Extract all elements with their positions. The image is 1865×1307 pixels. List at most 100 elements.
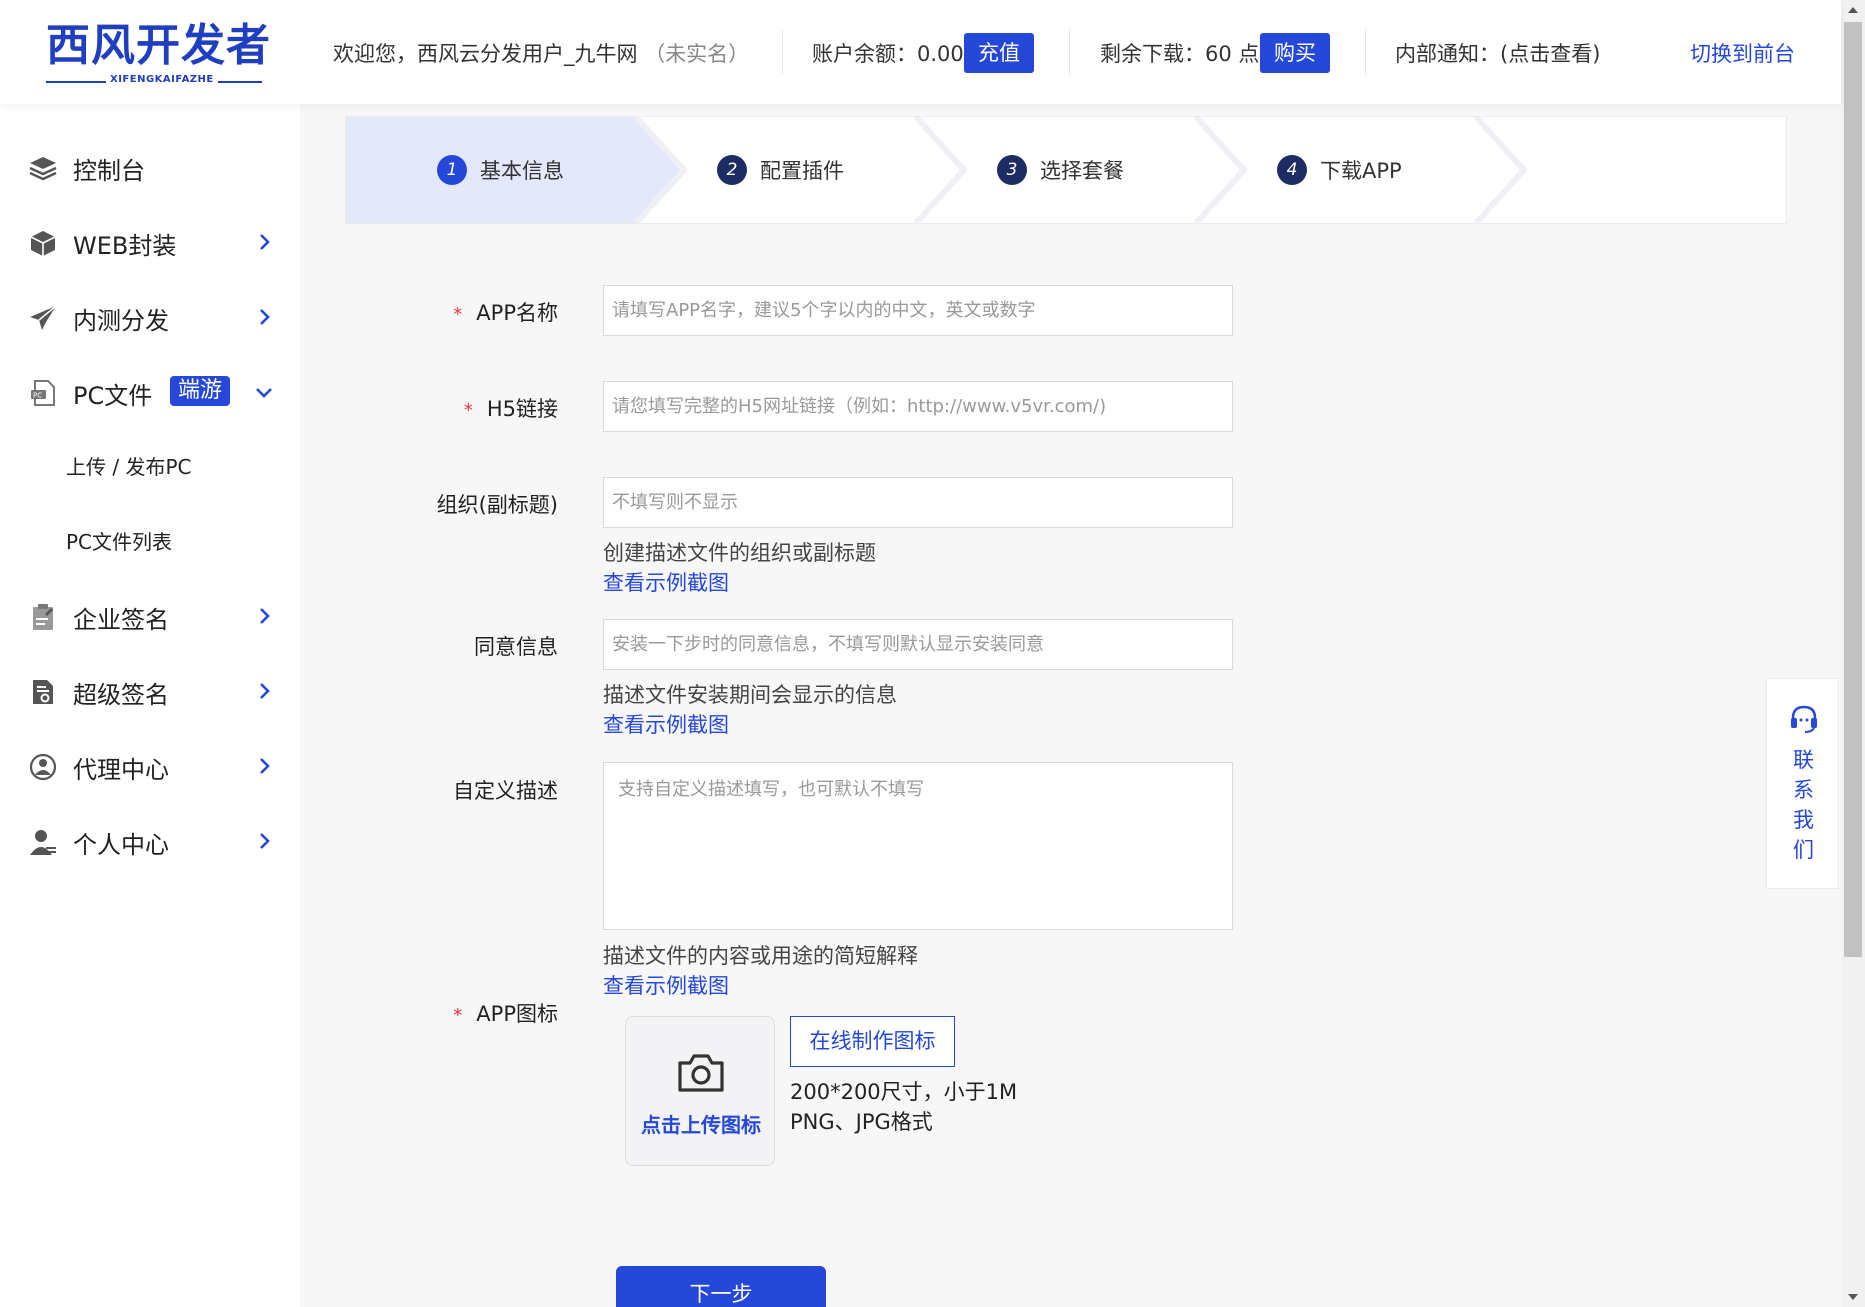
sidebar-item-enterprise-sign[interactable]: 企业签名 — [0, 588, 300, 644]
agent-icon — [29, 753, 57, 781]
sidebar-item-agent-center[interactable]: 代理中心 — [0, 738, 300, 794]
switch-frontend-link[interactable]: 切换到前台 — [1690, 38, 1795, 68]
icon-size-note: 200*200尺寸，小于1M — [790, 1080, 1018, 1104]
sidebar-item-web-wrap[interactable]: WEB封装 — [0, 214, 300, 270]
verification-status[interactable]: （未实名） — [644, 42, 749, 66]
header-divider — [782, 30, 783, 74]
description-example-link[interactable]: 查看示例截图 — [603, 970, 729, 1000]
client-game-badge: 端游 — [170, 376, 231, 406]
scroll-up-arrow-icon[interactable] — [1841, 0, 1865, 20]
step-choose-package: 3 选择套餐 — [997, 155, 1124, 187]
step-number: 2 — [717, 155, 747, 185]
h5-link-input[interactable] — [603, 381, 1233, 432]
sidebar-item-console[interactable]: 控制台 — [0, 139, 300, 195]
app-icon-label-text: APP图标 — [476, 1002, 558, 1026]
chevron-right-icon — [260, 608, 270, 624]
header-divider — [1365, 30, 1366, 74]
sidebar-item-super-sign[interactable]: 超级签名 — [0, 663, 300, 719]
required-mark: * — [453, 304, 463, 325]
step-label: 配置插件 — [760, 159, 844, 183]
consent-input[interactable] — [603, 619, 1233, 670]
camera-icon — [678, 1054, 724, 1092]
header-divider — [1069, 30, 1070, 74]
required-mark: * — [463, 400, 473, 421]
online-make-icon-button[interactable]: 在线制作图标 — [790, 1016, 955, 1067]
pc-file-icon: PC — [31, 380, 55, 406]
contact-us-text: 联系我们 — [1793, 748, 1814, 862]
step-progress-bar: 1 基本信息 2 配置插件 3 选择套餐 4 下载APP — [345, 116, 1787, 224]
user-icon — [30, 830, 56, 855]
app-name-input[interactable] — [603, 285, 1233, 336]
chevron-right-icon — [260, 309, 270, 325]
org-label: 组织(副标题) — [436, 493, 558, 517]
step-configure-plugins: 2 配置插件 — [717, 155, 844, 187]
logo-text: 西风开发者 — [46, 20, 271, 71]
sidebar-item-label: WEB封装 — [73, 232, 177, 260]
org-help-text: 创建描述文件的组织或副标题 — [603, 541, 876, 565]
scroll-down-arrow-icon[interactable] — [1841, 1287, 1865, 1307]
next-step-button[interactable]: 下一步 — [616, 1266, 826, 1307]
package-icon — [30, 231, 56, 256]
description-textarea[interactable] — [603, 762, 1233, 930]
consent-example-link[interactable]: 查看示例截图 — [603, 709, 729, 739]
sidebar-item-label: 内测分发 — [73, 307, 169, 335]
clipboard-icon — [33, 604, 53, 630]
h5-link-label-text: H5链接 — [486, 397, 558, 421]
headset-icon — [1791, 705, 1817, 733]
chevron-right-icon — [260, 833, 270, 849]
sidebar-item-pc-file[interactable]: PC PC文件 端游 — [0, 364, 300, 420]
step-download-app: 4 下载APP — [1277, 155, 1402, 187]
app-name-label-text: APP名称 — [476, 301, 558, 325]
step-number: 3 — [997, 155, 1027, 185]
required-mark: * — [453, 1005, 463, 1026]
welcome-user: 欢迎您，西风云分发用户_九牛网 — [333, 42, 638, 66]
step-label: 基本信息 — [480, 159, 564, 183]
chevron-down-icon — [256, 388, 272, 398]
sidebar-item-personal-center[interactable]: 个人中心 — [0, 813, 300, 869]
app-icon-label: * APP图标 — [453, 998, 558, 1028]
step-label: 选择套餐 — [1040, 159, 1124, 183]
description-label: 自定义描述 — [453, 779, 558, 803]
chevron-right-icon — [260, 683, 270, 699]
scroll-thumb[interactable] — [1844, 22, 1862, 957]
step-number: 1 — [437, 155, 467, 185]
consent-label: 同意信息 — [474, 635, 558, 659]
org-input[interactable] — [603, 477, 1233, 528]
paper-plane-icon — [30, 305, 57, 330]
layers-icon — [29, 157, 57, 181]
chevron-right-icon — [260, 234, 270, 250]
page-scrollbar[interactable] — [1841, 0, 1865, 1307]
h5-link-label: * H5链接 — [464, 393, 558, 423]
recharge-button[interactable]: 充值 — [964, 33, 1034, 73]
logo-subtext: XIFENGKAIFAZHE — [106, 74, 218, 85]
icon-upload-area[interactable]: 点击上传图标 — [625, 1016, 775, 1166]
sidebar-item-label: 个人中心 — [73, 831, 169, 859]
chevron-right-icon — [260, 758, 270, 774]
step-label: 下载APP — [1320, 159, 1402, 183]
sidebar-item-beta-distribution[interactable]: 内测分发 — [0, 289, 300, 345]
icon-format-note: PNG、JPG格式 — [790, 1110, 933, 1134]
sidebar-item-label: 控制台 — [73, 157, 145, 185]
svg-text:PC: PC — [33, 392, 42, 400]
sidebar-item-label: PC文件 — [73, 382, 153, 410]
sidebar-item-label: 代理中心 — [73, 756, 169, 784]
sidebar-item-label: 企业签名 — [73, 606, 169, 634]
description-help-text: 描述文件的内容或用途的简短解释 — [603, 944, 918, 968]
welcome-text: 欢迎您，西风云分发用户_九牛网 （未实名） — [333, 38, 749, 68]
brand-logo[interactable]: 西风开发者 XIFENGKAIFAZHE — [46, 20, 271, 90]
buy-button[interactable]: 购买 — [1260, 33, 1330, 73]
step-basic-info: 1 基本信息 — [437, 155, 564, 187]
org-example-link[interactable]: 查看示例截图 — [603, 567, 729, 597]
sidebar-subitem-upload-pc[interactable]: 上传 / 发布PC — [66, 451, 191, 480]
top-header: 西风开发者 XIFENGKAIFAZHE 欢迎您，西风云分发用户_九牛网 （未实… — [0, 0, 1841, 104]
balance-text: 账户余额：0.00 — [812, 42, 964, 66]
downloads-text: 剩余下载：60 点 — [1100, 42, 1260, 66]
sidebar-subitem-pc-file-list[interactable]: PC文件列表 — [66, 526, 172, 555]
internal-notice-link[interactable]: 内部通知：(点击查看) — [1395, 38, 1600, 68]
upload-icon-text: 点击上传图标 — [641, 1113, 761, 1137]
app-name-label: * APP名称 — [453, 297, 558, 327]
sidebar-item-label: 超级签名 — [73, 681, 169, 709]
contact-us-panel[interactable]: 联系我们 — [1766, 678, 1839, 889]
certificate-icon — [33, 680, 53, 704]
step-number: 4 — [1277, 155, 1307, 185]
